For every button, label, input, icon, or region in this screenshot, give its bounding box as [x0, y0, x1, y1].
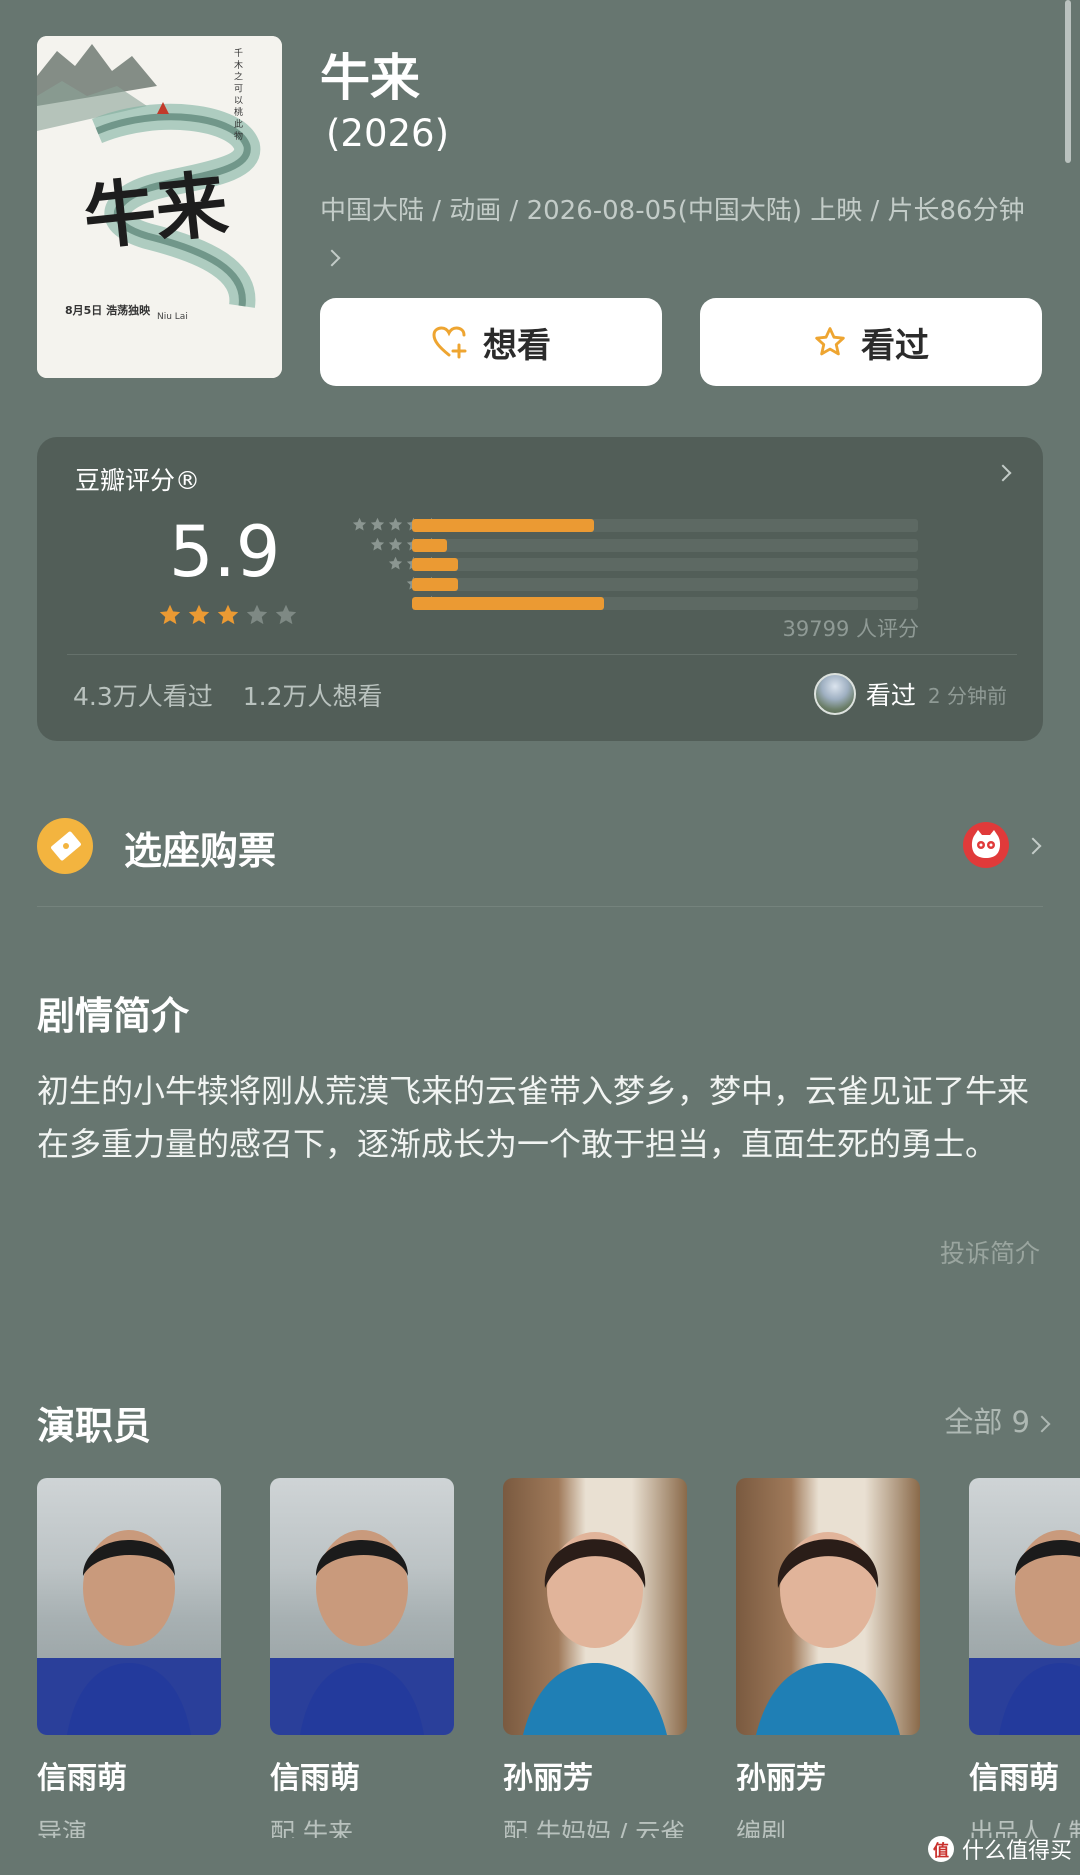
movie-meta-text: 中国大陆 / 动画 / 2026-08-05(中国大陆) 上映 / 片长86分钟 — [320, 196, 1025, 226]
movie-year: (2026) — [326, 112, 450, 155]
star-icon — [352, 517, 367, 531]
movie-title: 牛来 — [320, 49, 420, 107]
star-filled-icon — [217, 604, 239, 625]
friend-time: 2 分钟前 — [927, 683, 1007, 708]
avatar — [813, 673, 856, 715]
cast-title: 演职员 — [37, 1404, 152, 1448]
rating-bar-5-star — [412, 519, 595, 532]
cast-name: 孙丽芳 — [503, 1761, 593, 1796]
star-icon — [388, 517, 403, 531]
rating-distribution — [412, 519, 918, 617]
see-all-cast-label: 全部 9 — [944, 1405, 1030, 1439]
ticket-icon — [37, 818, 93, 874]
audience-stats: 4.3万人看过 1.2万人想看 — [73, 677, 382, 713]
star-empty-icon — [275, 604, 297, 625]
cast-name: 信雨萌 — [969, 1761, 1059, 1796]
movie-poster[interactable]: 牛来 千 木 之 可 以 桃 此 物 Niu Lai 8月5日 浩荡独映 — [37, 36, 282, 378]
cast-name: 孙丽芳 — [736, 1761, 826, 1796]
buy-ticket-label: 选座购票 — [124, 829, 277, 873]
scrollbar[interactable] — [1065, 0, 1071, 163]
chevron-right-icon — [1024, 837, 1042, 855]
want-to-watch-label: 想看 — [483, 325, 551, 366]
heart-plus-icon — [432, 326, 467, 359]
star-icon — [388, 556, 403, 570]
star-empty-icon — [246, 604, 268, 625]
want-count: 1.2万人想看 — [242, 682, 383, 711]
cast-name: 信雨萌 — [270, 1761, 360, 1796]
cast-photo — [503, 1478, 687, 1735]
cast-role: 配 牛妈妈 / 云雀 — [503, 1818, 686, 1838]
friend-activity[interactable]: 看过 2 分钟前 — [813, 673, 1007, 715]
rating-count: 39799 人评分 — [782, 617, 919, 641]
star-filled-icon — [159, 604, 181, 625]
star-icon — [370, 517, 385, 531]
rating-bar-track — [412, 538, 918, 552]
rating-stars — [157, 602, 299, 628]
synopsis-text: 初生的小牛犊将刚从荒漠飞来的云雀带入梦乡，梦中，云雀见证了牛来在多重力量的感召下… — [37, 1072, 1030, 1163]
rating-bar-track — [412, 519, 918, 532]
chevron-right-icon — [323, 249, 341, 266]
see-all-cast-link[interactable]: 全部 9 — [944, 1399, 1051, 1441]
rating-bar-2-star — [412, 577, 458, 591]
chevron-right-icon — [1033, 1415, 1051, 1433]
cast-card[interactable]: 信雨萌 配 牛来 — [270, 1478, 454, 1838]
rating-bar-track — [412, 577, 918, 591]
star-icon — [370, 537, 385, 550]
cast-photo — [37, 1478, 221, 1735]
rating-brand: 豆瓣评分® — [75, 466, 201, 495]
poster-subtitle: Niu Lai — [157, 312, 188, 322]
watched-label: 看过 — [861, 325, 929, 366]
cast-card[interactable]: 信雨萌 出品人 / 制 — [969, 1478, 1080, 1838]
star-outline-icon — [815, 327, 845, 356]
report-synopsis-link[interactable]: 投诉简介 — [940, 1234, 1040, 1270]
synopsis-title: 剧情简介 — [37, 994, 190, 1038]
rating-bar-track — [412, 558, 918, 571]
watermark: 值 什么值得买 — [927, 1833, 1072, 1865]
cast-list[interactable]: 信雨萌 导演 信雨萌 配 牛来 孙丽芳 配 牛妈妈 / 云雀 孙丽芳 编剧 信雨… — [37, 1478, 1080, 1838]
rating-score: 5.9 — [169, 511, 281, 593]
cast-photo — [969, 1478, 1080, 1735]
rating-bar-1-star — [412, 597, 605, 610]
want-to-watch-button[interactable]: 想看 — [320, 298, 662, 386]
divider — [37, 906, 1043, 907]
rating-bar-track — [412, 597, 918, 610]
cast-role: 编剧 — [736, 1818, 787, 1838]
watched-button[interactable]: 看过 — [700, 298, 1042, 386]
star-icon — [388, 537, 403, 550]
watermark-text: 什么值得买 — [961, 1839, 1072, 1864]
watched-count: 4.3万人看过 — [73, 682, 213, 711]
maoyan-cat-icon — [963, 822, 1009, 868]
poster-date: 8月5日 浩荡独映 — [65, 303, 151, 317]
poster-artwork: 牛来 千 木 之 可 以 桃 此 物 Niu Lai 8月5日 浩荡独映 — [37, 36, 282, 378]
star-filled-icon — [188, 604, 210, 625]
cast-name: 信雨萌 — [37, 1761, 127, 1796]
friend-status: 看过 — [865, 681, 916, 710]
rating-card[interactable]: 豆瓣评分® 5.9 39799 人评分 4.3万人看过 1.2万人想看 看过 2… — [37, 437, 1043, 741]
cast-role: 导演 — [37, 1818, 88, 1838]
cast-photo — [736, 1478, 920, 1735]
poster-title-text: 牛来 — [80, 161, 232, 261]
rating-bar-4-star — [412, 538, 448, 552]
rating-bar-3-star — [412, 558, 458, 571]
cast-role: 配 牛来 — [270, 1818, 353, 1838]
movie-meta[interactable]: 中国大陆 / 动画 / 2026-08-05(中国大陆) 上映 / 片长86分钟 — [320, 188, 1030, 280]
chevron-right-icon[interactable] — [994, 464, 1012, 482]
cast-card[interactable]: 信雨萌 导演 — [37, 1478, 221, 1838]
buy-ticket-row[interactable]: 选座购票 — [37, 812, 1043, 900]
cast-card[interactable]: 孙丽芳 配 牛妈妈 / 云雀 — [503, 1478, 687, 1838]
divider — [67, 654, 1017, 655]
svg-text:千 木 之 可 以 桃 此 物: 千 木 之 可 以 桃 此 物 — [232, 48, 243, 141]
cast-photo — [270, 1478, 454, 1735]
watermark-logo: 值 — [927, 1836, 954, 1862]
cast-card[interactable]: 孙丽芳 编剧 — [736, 1478, 920, 1838]
